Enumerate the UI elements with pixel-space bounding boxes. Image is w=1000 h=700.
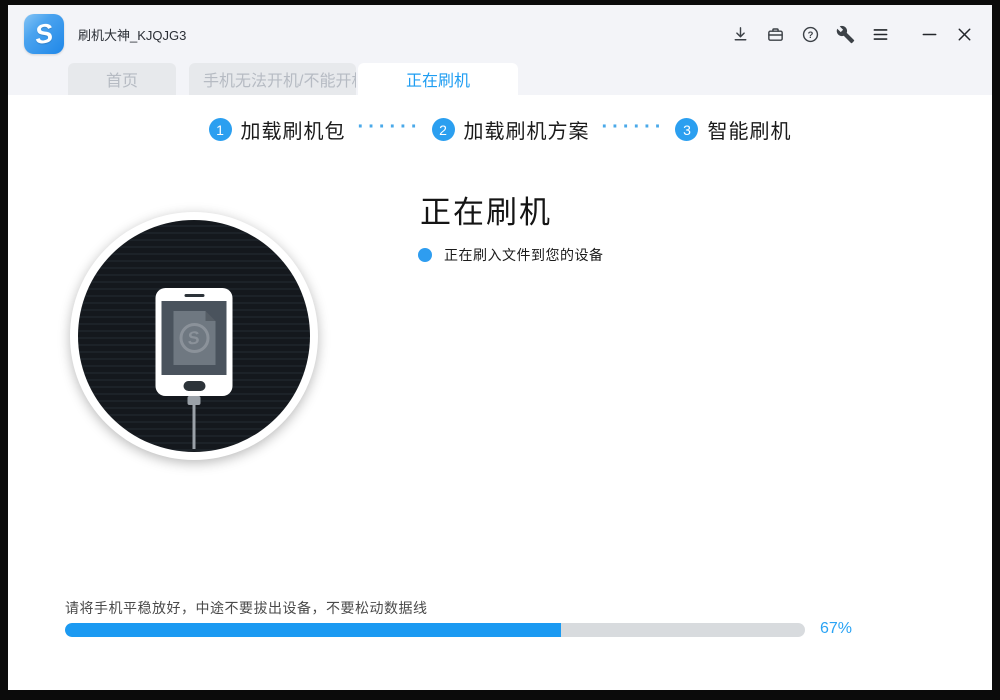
app-window: S 刷机大神_KJQJG3 ? <box>8 5 992 690</box>
app-logo-letter: S <box>33 19 55 48</box>
menu-icon[interactable] <box>870 24 890 44</box>
phone-screen: S <box>162 301 227 375</box>
step-number-badge: 2 <box>432 118 455 141</box>
status-text: 正在刷入文件到您的设备 <box>444 245 604 265</box>
download-icon[interactable] <box>730 24 750 44</box>
help-icon[interactable]: ? <box>800 24 820 44</box>
step-smart-flash: 3 智能刷机 <box>675 115 791 144</box>
progress-percent-label: 67% <box>820 620 852 638</box>
titlebar: S 刷机大神_KJQJG3 ? <box>8 5 992 63</box>
file-logo-icon: S <box>179 323 209 353</box>
toolbox-icon[interactable] <box>765 24 785 44</box>
page-title: 正在刷机 <box>420 187 552 232</box>
file-logo-letter: S <box>187 328 201 347</box>
step-number-badge: 3 <box>675 118 698 141</box>
tab-home[interactable]: 首页 <box>68 63 176 95</box>
phone-speaker <box>184 294 204 297</box>
progress-bar <box>65 623 805 637</box>
tab-flashing[interactable]: 正在刷机 <box>358 63 518 95</box>
usb-cable-plug <box>188 396 201 405</box>
file-fold-corner <box>205 311 215 321</box>
step-connector-dots: ······ <box>602 117 666 137</box>
dark-circle: S <box>78 220 310 452</box>
window-title: 刷机大神_KJQJG3 <box>78 25 186 44</box>
step-load-package: 1 加载刷机包 <box>209 115 346 144</box>
phone-graphic: S <box>156 288 233 396</box>
tabbar: 首页 手机无法开机/不能开机 正在刷机 <box>8 63 992 95</box>
phone-home-button <box>183 381 205 391</box>
minimize-icon[interactable] <box>919 24 939 44</box>
step-load-plan: 2 加载刷机方案 <box>432 115 590 144</box>
status-row: 正在刷入文件到您的设备 <box>418 245 604 265</box>
step-number-badge: 1 <box>209 118 232 141</box>
svg-text:?: ? <box>807 29 813 40</box>
wrench-icon[interactable] <box>835 24 855 44</box>
status-dot-icon <box>418 248 432 262</box>
tab-phone-wont-boot[interactable]: 手机无法开机/不能开机 <box>189 63 356 95</box>
titlebar-icons: ? <box>730 5 974 63</box>
firmware-file-icon: S <box>173 311 215 365</box>
app-logo: S <box>24 14 64 54</box>
phone-illustration: S <box>70 212 318 460</box>
step-connector-dots: ······ <box>358 117 422 137</box>
close-icon[interactable] <box>954 24 974 44</box>
progress-fill <box>65 623 561 637</box>
content: 1 加载刷机包 ······ 2 加载刷机方案 ······ 3 智能刷机 <box>8 95 992 690</box>
usb-cable-line <box>193 405 196 449</box>
steps-progress: 1 加载刷机包 ······ 2 加载刷机方案 ······ 3 智能刷机 <box>8 115 992 144</box>
warning-text: 请将手机平稳放好，中途不要拔出设备，不要松动数据线 <box>65 598 428 618</box>
progress-row: 67% <box>65 622 965 638</box>
